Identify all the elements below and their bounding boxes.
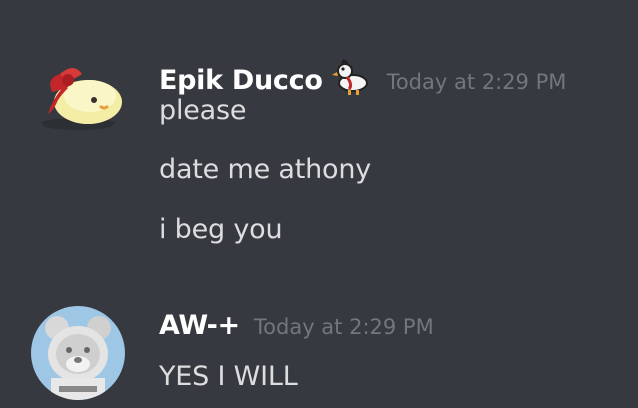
avatar[interactable] — [30, 44, 126, 140]
message-header: AW-+ Today at 2:29 PM — [159, 310, 434, 341]
message-group-epik-ducco: Epik Ducco Today at 2:29 PM please date … — [0, 0, 638, 280]
timestamp[interactable]: Today at 2:29 PM — [254, 315, 434, 339]
avatar[interactable] — [31, 306, 125, 400]
message-group-aw: AW-+ Today at 2:29 PM YES I WILL — [0, 290, 638, 408]
chick-avatar-icon — [30, 44, 126, 140]
bear-avatar-icon — [31, 306, 125, 400]
message-text: date me athony — [159, 154, 372, 185]
username[interactable]: AW-+ — [159, 310, 240, 341]
message-header: Epik Ducco Today at 2:29 PM — [159, 47, 566, 96]
duck-icon — [331, 55, 373, 97]
timestamp[interactable]: Today at 2:29 PM — [387, 70, 567, 94]
message-text: i beg you — [159, 214, 283, 245]
message-text: YES I WILL — [159, 361, 298, 392]
message-text: please — [159, 95, 247, 126]
username[interactable]: Epik Ducco — [159, 65, 323, 96]
